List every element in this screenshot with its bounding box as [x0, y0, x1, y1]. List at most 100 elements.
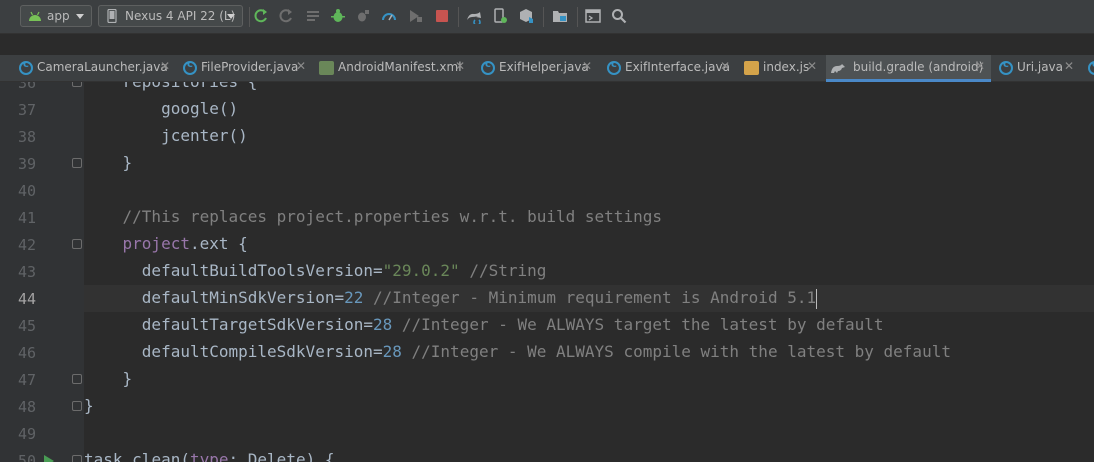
search-icon[interactable] [611, 8, 627, 24]
fold-marker-icon[interactable] [72, 455, 82, 462]
code-text: task clean(type: Delete) { [84, 450, 334, 462]
code-text: project.ext { [84, 234, 248, 253]
attach-debugger-icon[interactable] [355, 8, 371, 24]
close-icon[interactable]: ✕ [582, 59, 592, 73]
code-text: } [84, 369, 133, 388]
close-icon[interactable]: ✕ [160, 59, 170, 73]
chevron-down-icon [227, 14, 235, 19]
close-icon[interactable]: ✕ [975, 59, 985, 73]
code-token: defaultTargetSdkVersion= [141, 315, 373, 334]
fold-marker-icon[interactable] [72, 239, 82, 249]
code-token: } [122, 369, 133, 388]
toolbar-separator [458, 7, 459, 27]
tab-label: FileProvider.java [201, 60, 299, 74]
tab-overflow[interactable] [1082, 55, 1094, 82]
code-text: } [84, 396, 94, 415]
line-number: 48 [17, 398, 36, 416]
tab-build-gradle[interactable]: build.gradle (android) ✕ [826, 55, 991, 82]
run-task-icon[interactable] [44, 455, 54, 462]
code-text: repositories { [84, 82, 258, 91]
code-token: .ext { [189, 234, 248, 253]
apply-code-changes-icon[interactable] [278, 8, 294, 24]
code-line[interactable]: 46 defaultCompileSdkVersion=28 //Integer… [0, 339, 1094, 366]
close-icon[interactable]: ✕ [720, 59, 730, 73]
code-line[interactable]: 48} [0, 393, 1094, 420]
stop-icon[interactable] [434, 8, 450, 24]
code-line[interactable]: 42 project.ext { [0, 231, 1094, 258]
tab-label: ExifHelper.java [499, 60, 589, 74]
code-text: } [84, 153, 133, 172]
code-line[interactable]: 37 google() [0, 96, 1094, 123]
line-number: 47 [17, 371, 36, 389]
java-class-icon [999, 59, 1013, 75]
project-structure-icon[interactable] [552, 8, 568, 24]
close-icon[interactable]: ✕ [1064, 59, 1074, 73]
code-line[interactable]: 43 defaultBuildToolsVersion="29.0.2" //S… [0, 258, 1094, 285]
tab-index-js[interactable]: index.js ✕ [741, 55, 823, 82]
code-token: : Delete) { [228, 450, 335, 462]
toolbar-separator [577, 7, 578, 27]
code-token: google() [161, 99, 239, 118]
android-icon [29, 11, 41, 21]
close-icon[interactable]: ✕ [455, 59, 465, 73]
code-token: //Integer - We ALWAYS compile with the l… [401, 342, 951, 361]
javascript-icon [744, 61, 759, 75]
sdk-manager-icon[interactable] [518, 8, 534, 24]
profiler-icon[interactable] [381, 8, 397, 24]
tab-label: CameraLauncher.java [37, 60, 168, 74]
code-token: clean [132, 450, 181, 462]
code-token: //Integer - We ALWAYS target the latest … [392, 315, 884, 334]
logcat-icon[interactable] [305, 8, 321, 24]
code-line[interactable]: 45 defaultTargetSdkVersion=28 //Integer … [0, 312, 1094, 339]
code-line[interactable]: 50 task clean(type: Delete) { [0, 447, 1094, 462]
code-token: repositories { [123, 82, 258, 91]
code-line[interactable]: 47 } [0, 366, 1094, 393]
module-selector[interactable]: app [20, 5, 92, 27]
line-number: 38 [17, 128, 36, 146]
java-class-icon [1088, 59, 1094, 75]
device-selector[interactable]: Nexus 4 API 22 (L) [98, 5, 243, 27]
code-line[interactable]: 40 [0, 177, 1094, 204]
code-token: } [122, 153, 133, 172]
code-line[interactable]: 38 jcenter() [0, 123, 1094, 150]
code-text: defaultMinSdkVersion=22 //Integer - Mini… [84, 288, 816, 307]
tab-camera-launcher[interactable]: CameraLauncher.java ✕ [15, 55, 175, 82]
code-editor[interactable]: 36 repositories {37 google()38 jcenter()… [0, 82, 1094, 462]
code-line[interactable]: 36 repositories { [0, 82, 1094, 96]
tab-android-manifest[interactable]: AndroidManifest.xml ✕ [316, 55, 468, 82]
run-coverage-icon[interactable] [407, 8, 423, 24]
fold-marker-icon[interactable] [72, 401, 82, 411]
code-token: defaultBuildToolsVersion= [141, 261, 383, 280]
code-line[interactable]: 44 defaultMinSdkVersion=22 //Integer - M… [0, 285, 1094, 312]
tab-uri[interactable]: Uri.java ✕ [995, 55, 1075, 82]
code-line[interactable]: 39 } [0, 150, 1094, 177]
close-icon[interactable]: ✕ [296, 59, 306, 73]
close-icon[interactable]: ✕ [807, 59, 817, 73]
apply-changes-restart-icon[interactable] [253, 8, 269, 24]
code-line[interactable]: 49 [0, 420, 1094, 447]
fold-marker-icon[interactable] [72, 158, 82, 168]
java-class-icon [607, 59, 621, 75]
code-token: 22 [344, 288, 364, 307]
code-token: project [122, 234, 190, 253]
debug-bug-icon[interactable] [330, 8, 346, 24]
layout-inspector-icon[interactable] [585, 8, 601, 24]
tab-exif-interface[interactable]: ExifInterface.java ✕ [603, 55, 738, 82]
code-token: //String [459, 261, 547, 280]
fold-marker-icon[interactable] [72, 374, 82, 384]
code-token: ( [180, 450, 190, 462]
fold-marker-icon[interactable] [72, 82, 82, 87]
tab-label: Uri.java [1017, 60, 1064, 74]
code-token: } [84, 396, 94, 415]
avd-manager-icon[interactable] [492, 8, 508, 24]
line-number: 37 [17, 101, 36, 119]
tab-file-provider[interactable]: FileProvider.java ✕ [179, 55, 313, 82]
code-line[interactable]: 41 //This replaces project.properties w.… [0, 204, 1094, 231]
xml-manifest-icon [319, 61, 334, 75]
editor-tab-bar: CameraLauncher.java ✕ FileProvider.java … [0, 55, 1094, 82]
line-number: 40 [17, 182, 36, 200]
tab-exif-helper[interactable]: ExifHelper.java ✕ [477, 55, 597, 82]
sync-gradle-icon[interactable] [466, 8, 482, 24]
line-number: 45 [17, 317, 36, 335]
code-token: "29.0.2" [382, 261, 460, 280]
